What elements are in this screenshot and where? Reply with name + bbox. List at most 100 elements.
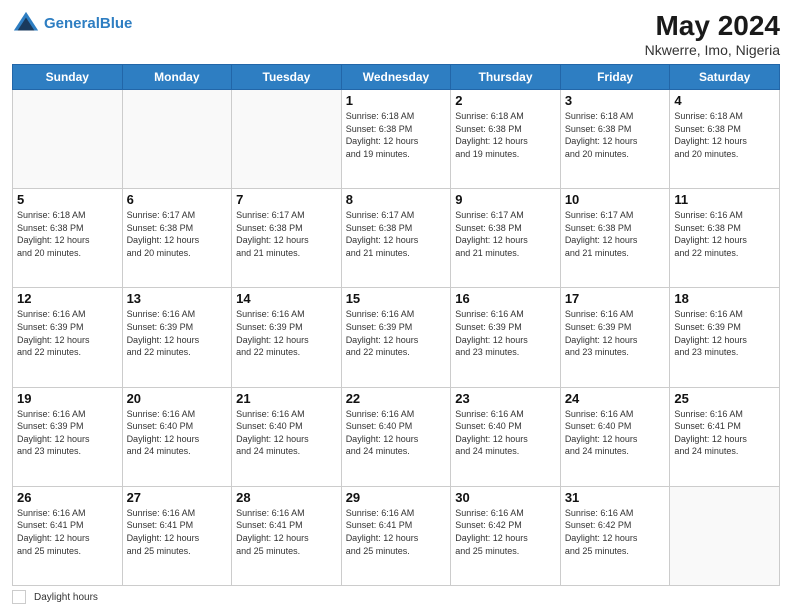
day-info: Sunrise: 6:16 AM Sunset: 6:39 PM Dayligh… xyxy=(17,308,118,358)
calendar-cell xyxy=(122,90,232,189)
day-number: 26 xyxy=(17,490,118,505)
day-info: Sunrise: 6:18 AM Sunset: 6:38 PM Dayligh… xyxy=(346,110,447,160)
calendar-cell: 28 Sunrise: 6:16 AM Sunset: 6:41 PM Dayli… xyxy=(232,486,342,585)
day-info: Sunrise: 6:16 AM Sunset: 6:39 PM Dayligh… xyxy=(346,308,447,358)
title-block: May 2024 Nkwerre, Imo, Nigeria xyxy=(645,10,780,58)
legend-label: Daylight hours xyxy=(34,592,98,603)
day-header-monday: Monday xyxy=(122,65,232,90)
page: GeneralBlue May 2024 Nkwerre, Imo, Niger… xyxy=(0,0,792,612)
day-info: Sunrise: 6:16 AM Sunset: 6:40 PM Dayligh… xyxy=(236,408,337,458)
day-number: 10 xyxy=(565,192,666,207)
calendar-cell: 2 Sunrise: 6:18 AM Sunset: 6:38 PM Daylig… xyxy=(451,90,561,189)
day-info: Sunrise: 6:16 AM Sunset: 6:39 PM Dayligh… xyxy=(455,308,556,358)
day-info: Sunrise: 6:17 AM Sunset: 6:38 PM Dayligh… xyxy=(236,209,337,259)
day-header-tuesday: Tuesday xyxy=(232,65,342,90)
day-number: 30 xyxy=(455,490,556,505)
logo-icon xyxy=(12,10,40,38)
calendar-cell: 8 Sunrise: 6:17 AM Sunset: 6:38 PM Daylig… xyxy=(341,189,451,288)
calendar-cell: 17 Sunrise: 6:16 AM Sunset: 6:39 PM Dayli… xyxy=(560,288,670,387)
day-info: Sunrise: 6:18 AM Sunset: 6:38 PM Dayligh… xyxy=(455,110,556,160)
day-header-sunday: Sunday xyxy=(13,65,123,90)
day-header-thursday: Thursday xyxy=(451,65,561,90)
day-info: Sunrise: 6:16 AM Sunset: 6:40 PM Dayligh… xyxy=(127,408,228,458)
calendar-cell: 31Sunrise: 6:16 AM Sunset: 6:42 PM Dayli… xyxy=(560,486,670,585)
day-info: Sunrise: 6:16 AM Sunset: 6:39 PM Dayligh… xyxy=(127,308,228,358)
day-number: 9 xyxy=(455,192,556,207)
day-info: Sunrise: 6:16 AM Sunset: 6:40 PM Dayligh… xyxy=(346,408,447,458)
day-info: Sunrise: 6:16 AM Sunset: 6:39 PM Dayligh… xyxy=(565,308,666,358)
day-number: 12 xyxy=(17,291,118,306)
logo-text: GeneralBlue xyxy=(44,16,132,33)
calendar-cell xyxy=(13,90,123,189)
calendar-cell: 29Sunrise: 6:16 AM Sunset: 6:41 PM Dayli… xyxy=(341,486,451,585)
day-info: Sunrise: 6:18 AM Sunset: 6:38 PM Dayligh… xyxy=(17,209,118,259)
day-info: Sunrise: 6:16 AM Sunset: 6:41 PM Dayligh… xyxy=(674,408,775,458)
day-info: Sunrise: 6:17 AM Sunset: 6:38 PM Dayligh… xyxy=(346,209,447,259)
calendar-header-row: SundayMondayTuesdayWednesdayThursdayFrid… xyxy=(13,65,780,90)
calendar-cell: 4 Sunrise: 6:18 AM Sunset: 6:38 PM Daylig… xyxy=(670,90,780,189)
logo-line2: Blue xyxy=(100,15,133,32)
calendar-cell: 25 Sunrise: 6:16 AM Sunset: 6:41 PM Dayli… xyxy=(670,387,780,486)
day-number: 28 xyxy=(236,490,337,505)
logo: GeneralBlue xyxy=(12,10,132,38)
calendar-cell: 20 Sunrise: 6:16 AM Sunset: 6:40 PM Dayli… xyxy=(122,387,232,486)
calendar: SundayMondayTuesdayWednesdayThursdayFrid… xyxy=(12,64,780,586)
day-info: Sunrise: 6:18 AM Sunset: 6:38 PM Dayligh… xyxy=(674,110,775,160)
day-number: 25 xyxy=(674,391,775,406)
calendar-cell: 26Sunrise: 6:16 AM Sunset: 6:41 PM Dayli… xyxy=(13,486,123,585)
day-number: 5 xyxy=(17,192,118,207)
day-number: 2 xyxy=(455,93,556,108)
day-number: 4 xyxy=(674,93,775,108)
month-year: May 2024 xyxy=(645,10,780,42)
day-number: 1 xyxy=(346,93,447,108)
day-info: Sunrise: 6:17 AM Sunset: 6:38 PM Dayligh… xyxy=(565,209,666,259)
calendar-cell: 30 Sunrise: 6:16 AM Sunset: 6:42 PM Dayli… xyxy=(451,486,561,585)
day-info: Sunrise: 6:16 AM Sunset: 6:39 PM Dayligh… xyxy=(236,308,337,358)
day-number: 22 xyxy=(346,391,447,406)
day-number: 8 xyxy=(346,192,447,207)
day-info: Sunrise: 6:16 AM Sunset: 6:41 PM Dayligh… xyxy=(127,507,228,557)
day-number: 6 xyxy=(127,192,228,207)
calendar-cell: 27Sunrise: 6:16 AM Sunset: 6:41 PM Dayli… xyxy=(122,486,232,585)
day-number: 23 xyxy=(455,391,556,406)
header: GeneralBlue May 2024 Nkwerre, Imo, Niger… xyxy=(12,10,780,58)
day-number: 29 xyxy=(346,490,447,505)
calendar-cell: 16 Sunrise: 6:16 AM Sunset: 6:39 PM Dayli… xyxy=(451,288,561,387)
day-info: Sunrise: 6:18 AM Sunset: 6:38 PM Dayligh… xyxy=(565,110,666,160)
day-info: Sunrise: 6:16 AM Sunset: 6:41 PM Dayligh… xyxy=(236,507,337,557)
calendar-cell xyxy=(670,486,780,585)
day-header-friday: Friday xyxy=(560,65,670,90)
day-header-wednesday: Wednesday xyxy=(341,65,451,90)
calendar-cell: 7Sunrise: 6:17 AM Sunset: 6:38 PM Daylig… xyxy=(232,189,342,288)
day-info: Sunrise: 6:17 AM Sunset: 6:38 PM Dayligh… xyxy=(455,209,556,259)
calendar-cell: 15Sunrise: 6:16 AM Sunset: 6:39 PM Dayli… xyxy=(341,288,451,387)
day-number: 11 xyxy=(674,192,775,207)
calendar-cell: 21Sunrise: 6:16 AM Sunset: 6:40 PM Dayli… xyxy=(232,387,342,486)
day-info: Sunrise: 6:16 AM Sunset: 6:40 PM Dayligh… xyxy=(455,408,556,458)
day-number: 20 xyxy=(127,391,228,406)
week-row-2: 5 Sunrise: 6:18 AM Sunset: 6:38 PM Daylig… xyxy=(13,189,780,288)
calendar-cell xyxy=(232,90,342,189)
calendar-cell: 13 Sunrise: 6:16 AM Sunset: 6:39 PM Dayli… xyxy=(122,288,232,387)
calendar-cell: 3 Sunrise: 6:18 AM Sunset: 6:38 PM Daylig… xyxy=(560,90,670,189)
day-number: 3 xyxy=(565,93,666,108)
calendar-cell: 10 Sunrise: 6:17 AM Sunset: 6:38 PM Dayli… xyxy=(560,189,670,288)
calendar-cell: 1 Sunrise: 6:18 AM Sunset: 6:38 PM Daylig… xyxy=(341,90,451,189)
day-number: 17 xyxy=(565,291,666,306)
day-number: 13 xyxy=(127,291,228,306)
day-info: Sunrise: 6:16 AM Sunset: 6:38 PM Dayligh… xyxy=(674,209,775,259)
day-header-saturday: Saturday xyxy=(670,65,780,90)
location: Nkwerre, Imo, Nigeria xyxy=(645,42,780,58)
day-number: 16 xyxy=(455,291,556,306)
calendar-cell: 9 Sunrise: 6:17 AM Sunset: 6:38 PM Daylig… xyxy=(451,189,561,288)
calendar-cell: 6 Sunrise: 6:17 AM Sunset: 6:38 PM Daylig… xyxy=(122,189,232,288)
day-info: Sunrise: 6:16 AM Sunset: 6:42 PM Dayligh… xyxy=(565,507,666,557)
calendar-cell: 22 Sunrise: 6:16 AM Sunset: 6:40 PM Dayli… xyxy=(341,387,451,486)
calendar-cell: 19Sunrise: 6:16 AM Sunset: 6:39 PM Dayli… xyxy=(13,387,123,486)
day-number: 19 xyxy=(17,391,118,406)
week-row-1: 1 Sunrise: 6:18 AM Sunset: 6:38 PM Daylig… xyxy=(13,90,780,189)
day-info: Sunrise: 6:17 AM Sunset: 6:38 PM Dayligh… xyxy=(127,209,228,259)
calendar-cell: 18Sunrise: 6:16 AM Sunset: 6:39 PM Dayli… xyxy=(670,288,780,387)
day-number: 14 xyxy=(236,291,337,306)
day-info: Sunrise: 6:16 AM Sunset: 6:42 PM Dayligh… xyxy=(455,507,556,557)
